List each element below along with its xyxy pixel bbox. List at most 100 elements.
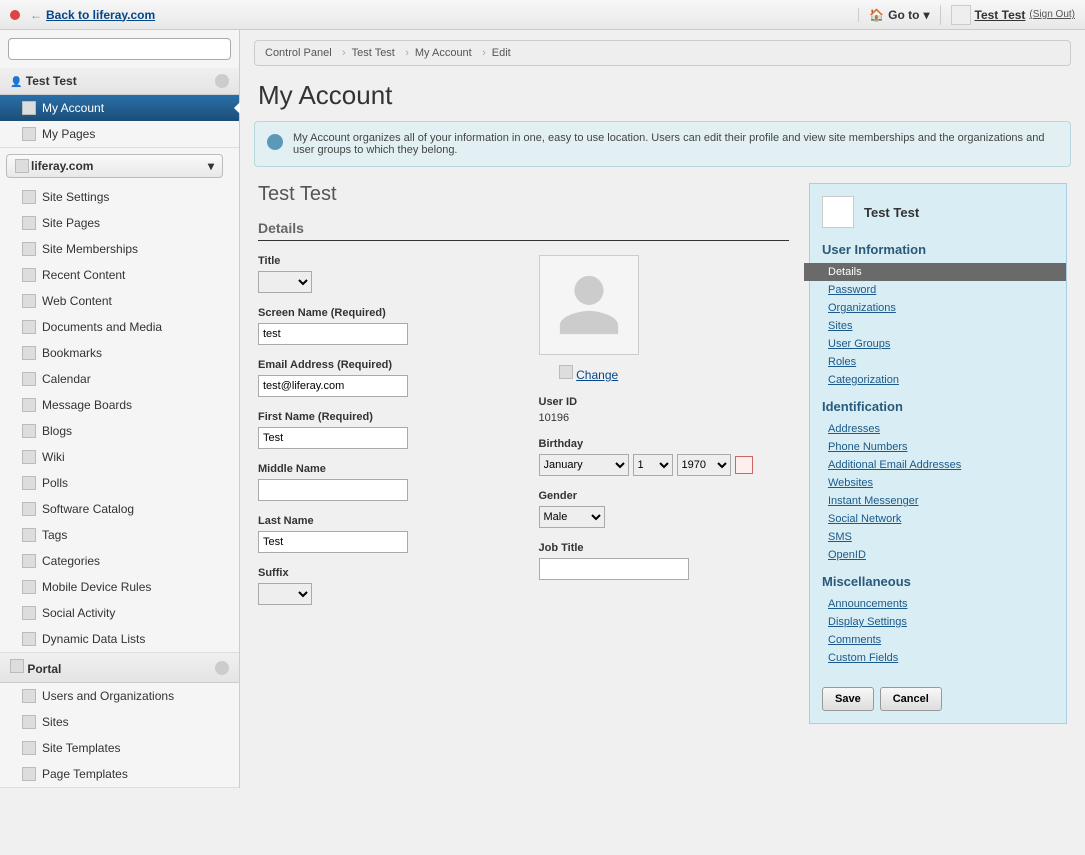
job-title-input[interactable] <box>539 558 689 580</box>
screen-name-label: Screen Name (Required) <box>258 307 509 319</box>
birthday-day-select[interactable]: 1 <box>633 454 673 476</box>
item-icon <box>22 450 36 464</box>
item-icon <box>22 767 36 781</box>
sidebar-item-documents-and-media[interactable]: Documents and Media <box>0 314 239 340</box>
title-select[interactable] <box>258 271 312 293</box>
chevron-down-icon: ▾ <box>208 159 214 173</box>
item-icon <box>22 580 36 594</box>
panel-section-identification: Identification <box>822 399 1054 414</box>
first-name-input[interactable] <box>258 427 408 449</box>
sidebar-item-polls[interactable]: Polls <box>0 470 239 496</box>
panel-link-additional-email-addresses[interactable]: Additional Email Addresses <box>822 456 1054 474</box>
sidebar-item-page-templates[interactable]: Page Templates <box>0 761 239 787</box>
panel-link-social-network[interactable]: Social Network <box>822 510 1054 528</box>
item-icon <box>22 502 36 516</box>
item-icon <box>22 741 36 755</box>
sidebar-item-site-pages[interactable]: Site Pages <box>0 210 239 236</box>
back-link[interactable]: Back to liferay.com <box>46 8 155 22</box>
calendar-icon[interactable] <box>735 456 753 474</box>
info-icon <box>267 134 283 150</box>
sidebar-item-calendar[interactable]: Calendar <box>0 366 239 392</box>
site-dropdown[interactable]: liferay.com ▾ <box>6 154 223 178</box>
breadcrumb-item[interactable]: Test Test <box>352 47 395 59</box>
sidebar-item-web-content[interactable]: Web Content <box>0 288 239 314</box>
breadcrumb-item[interactable]: Edit <box>492 47 511 59</box>
pages-icon <box>22 127 36 141</box>
email-input[interactable] <box>258 375 408 397</box>
site-icon <box>15 159 29 173</box>
home-icon: 🏠 <box>869 8 884 22</box>
sidebar-item-site-templates[interactable]: Site Templates <box>0 735 239 761</box>
cancel-button[interactable]: Cancel <box>880 687 942 711</box>
edit-icon <box>559 365 573 379</box>
panel-link-roles[interactable]: Roles <box>822 353 1054 371</box>
panel-link-display-settings[interactable]: Display Settings <box>822 613 1054 631</box>
panel-link-websites[interactable]: Websites <box>822 474 1054 492</box>
last-name-input[interactable] <box>258 531 408 553</box>
suffix-select[interactable] <box>258 583 312 605</box>
sidebar-item-site-settings[interactable]: Site Settings <box>0 184 239 210</box>
page-title: My Account <box>240 66 1085 121</box>
sidebar-item-my-account[interactable]: My Account <box>0 95 239 121</box>
last-name-label: Last Name <box>258 515 509 527</box>
panel-link-announcements[interactable]: Announcements <box>822 595 1054 613</box>
sidebar-item-message-boards[interactable]: Message Boards <box>0 392 239 418</box>
sidebar-item-recent-content[interactable]: Recent Content <box>0 262 239 288</box>
sidebar-user-header[interactable]: Test Test <box>0 68 239 95</box>
item-icon <box>22 476 36 490</box>
panel-link-sites[interactable]: Sites <box>822 317 1054 335</box>
item-icon <box>22 689 36 703</box>
panel-section-misc: Miscellaneous <box>822 574 1054 589</box>
panel-link-instant-messenger[interactable]: Instant Messenger <box>822 492 1054 510</box>
gender-select[interactable]: Male <box>539 506 605 528</box>
breadcrumb-item[interactable]: My Account <box>415 47 472 59</box>
middle-name-label: Middle Name <box>258 463 509 475</box>
screen-name-input[interactable] <box>258 323 408 345</box>
panel-link-user-groups[interactable]: User Groups <box>822 335 1054 353</box>
sidebar-item-users-and-organizations[interactable]: Users and Organizations <box>0 683 239 709</box>
sidebar-item-mobile-device-rules[interactable]: Mobile Device Rules <box>0 574 239 600</box>
panel-link-openid[interactable]: OpenID <box>822 546 1054 564</box>
sidebar-item-sites[interactable]: Sites <box>0 709 239 735</box>
user-id-label: User ID <box>539 396 790 408</box>
panel-link-details[interactable]: Details <box>804 263 1066 281</box>
sidebar-item-social-activity[interactable]: Social Activity <box>0 600 239 626</box>
user-id-value: 10196 <box>539 412 790 424</box>
birthday-label: Birthday <box>539 438 790 450</box>
save-button[interactable]: Save <box>822 687 874 711</box>
sidebar-item-software-catalog[interactable]: Software Catalog <box>0 496 239 522</box>
sidebar-item-blogs[interactable]: Blogs <box>0 418 239 444</box>
birthday-month-select[interactable]: January <box>539 454 629 476</box>
item-icon <box>22 632 36 646</box>
sidebar-item-dynamic-data-lists[interactable]: Dynamic Data Lists <box>0 626 239 652</box>
panel-section-user-info: User Information <box>822 242 1054 257</box>
goto-menu[interactable]: 🏠 Go to ▾ <box>858 8 939 22</box>
sidebar-item-my-pages[interactable]: My Pages <box>0 121 239 147</box>
birthday-year-select[interactable]: 1970 <box>677 454 731 476</box>
panel-link-phone-numbers[interactable]: Phone Numbers <box>822 438 1054 456</box>
sign-out-link[interactable]: (Sign Out) <box>1029 9 1075 20</box>
sidebar-item-categories[interactable]: Categories <box>0 548 239 574</box>
sidebar-item-site-memberships[interactable]: Site Memberships <box>0 236 239 262</box>
sidebar-portal-header[interactable]: Portal <box>0 653 239 683</box>
back-arrow-icon: ← <box>30 8 42 22</box>
panel-link-organizations[interactable]: Organizations <box>822 299 1054 317</box>
sidebar-item-tags[interactable]: Tags <box>0 522 239 548</box>
user-link[interactable]: Test Test <box>975 8 1026 22</box>
panel-link-comments[interactable]: Comments <box>822 631 1054 649</box>
panel-link-categorization[interactable]: Categorization <box>822 371 1054 389</box>
search-input[interactable] <box>8 38 231 60</box>
panel-link-password[interactable]: Password <box>822 281 1054 299</box>
panel-link-addresses[interactable]: Addresses <box>822 420 1054 438</box>
sidebar-item-wiki[interactable]: Wiki <box>0 444 239 470</box>
middle-name-input[interactable] <box>258 479 408 501</box>
panel-link-sms[interactable]: SMS <box>822 528 1054 546</box>
sidebar-item-bookmarks[interactable]: Bookmarks <box>0 340 239 366</box>
item-icon <box>22 190 36 204</box>
panel-avatar-icon <box>822 196 854 228</box>
item-icon <box>22 715 36 729</box>
job-title-label: Job Title <box>539 542 790 554</box>
change-avatar-link[interactable]: Change <box>576 368 618 382</box>
breadcrumb-item[interactable]: Control Panel <box>265 47 332 59</box>
panel-link-custom-fields[interactable]: Custom Fields <box>822 649 1054 667</box>
